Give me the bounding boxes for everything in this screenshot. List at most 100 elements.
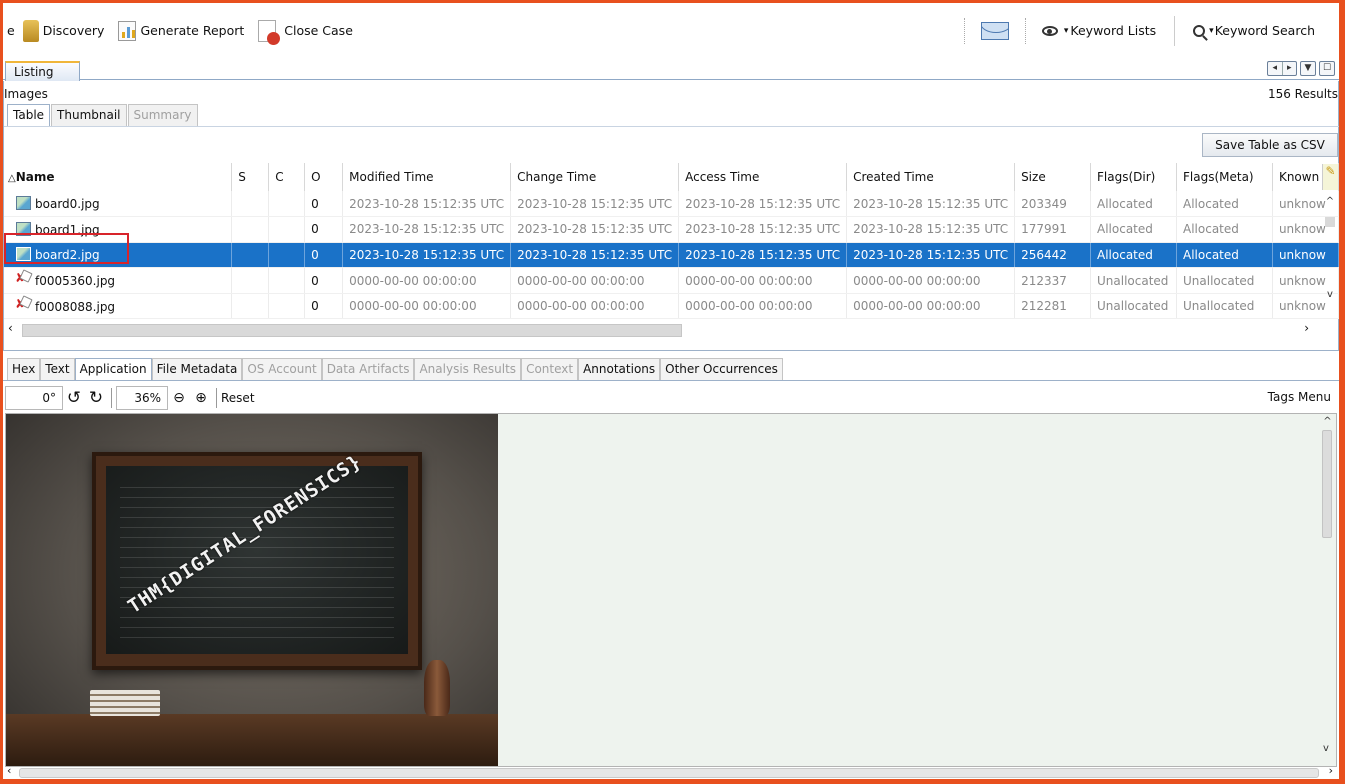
file-name-cell: board2.jpg [4, 242, 233, 269]
shelf [6, 714, 498, 766]
generate-report-button[interactable]: Generate Report [114, 16, 248, 46]
table-row[interactable]: board0.jpg 0 2023-10-28 15:12:35 UTC 2023-1… [4, 191, 1339, 218]
column-header-o[interactable]: O [304, 163, 344, 191]
keyword-search-button[interactable]: ▾ Keyword Search [1189, 16, 1319, 46]
column-header-name[interactable]: △Name [4, 163, 233, 191]
scroll-right-icon[interactable]: › [1329, 764, 1333, 777]
results-table: △Name S C O Modified Time Change Time Ac… [4, 163, 1339, 320]
email-button[interactable] [977, 16, 1013, 46]
tab-list-dropdown-icon[interactable]: ▼ [1300, 61, 1316, 76]
flags-meta-cell: Unallocated [1176, 267, 1273, 294]
divider [216, 388, 217, 408]
dropdown-arrow-icon: ▾ [1209, 25, 1214, 36]
content-viewer-tabs: Hex Text Application File Metadata OS Accoun… [7, 358, 783, 380]
column-header-flags-dir[interactable]: Flags(Dir) [1090, 163, 1177, 191]
tab-thumbnail[interactable]: Thumbnail [51, 104, 127, 126]
table-row[interactable]: board1.jpg 0 2023-10-28 15:12:35 UTC 2023-1… [4, 216, 1339, 243]
tab-hex[interactable]: Hex [7, 358, 41, 380]
keyword-lists-button[interactable]: ▾ Keyword Lists [1038, 16, 1160, 46]
discovery-icon [22, 19, 39, 42]
tab-table[interactable]: Table [7, 104, 51, 126]
viewer-horizontal-scrollbar[interactable]: ‹ › [5, 764, 1335, 779]
table-row[interactable]: board2.jpg 0 2023-10-28 15:12:35 UTC 2023-1… [4, 242, 1339, 269]
chevron-right-icon[interactable]: ▸ [1283, 62, 1297, 75]
table-row[interactable]: f0005360.jpg00000-00-00 00:00:000000-00-… [4, 267, 1339, 294]
column-header-modified-time[interactable]: Modified Time [342, 163, 512, 191]
listing-panel: Images 156 Results Table Thumbnail Summa… [3, 81, 1339, 351]
column-chooser-icon[interactable]: ✎ [1322, 164, 1338, 190]
tab-listing[interactable]: Listing [5, 61, 80, 81]
tab-os-account[interactable]: OS Account [242, 358, 322, 380]
tab-file-metadata[interactable]: File Metadata [151, 358, 243, 380]
change-time-cell: 0000-00-00 00:00:00 [510, 267, 680, 294]
column-header-s[interactable]: S [231, 163, 270, 191]
rotation-field[interactable]: 0° [5, 386, 63, 410]
created-time-cell: 0000-00-00 00:00:00 [846, 293, 1016, 320]
comment-cell [268, 216, 306, 243]
tab-context[interactable]: Context [521, 358, 579, 380]
tab-nav-buttons[interactable]: ◂ ▸ [1267, 61, 1297, 76]
tab-application[interactable]: Application [74, 358, 152, 380]
maximize-icon[interactable]: ☐ [1319, 61, 1335, 76]
partial-toolbar-button[interactable]: e [3, 16, 19, 46]
flags-dir-cell: Allocated [1090, 191, 1177, 218]
access-time-cell: 2023-10-28 15:12:35 UTC [678, 191, 848, 218]
zoom-out-icon[interactable]: ⊖ [168, 387, 190, 409]
discovery-button[interactable]: Discovery [19, 16, 109, 46]
column-header-created-time[interactable]: Created Time [846, 163, 1016, 191]
tab-other-occurrences[interactable]: Other Occurrences [660, 358, 783, 380]
modified-time-cell: 2023-10-28 15:12:35 UTC [342, 216, 512, 243]
file-name-cell: f0008088.jpg [4, 293, 233, 320]
table-horizontal-scrollbar[interactable]: ‹ › [4, 321, 1339, 339]
chalkboard-image: THM{DIGITAL_FORENSICS} [6, 414, 498, 766]
column-header-c[interactable]: C [268, 163, 306, 191]
scroll-up-icon[interactable]: ^ [1324, 196, 1336, 207]
table-vertical-scrollbar[interactable]: ^ v [1324, 196, 1336, 321]
scroll-up-icon[interactable]: ^ [1321, 416, 1334, 427]
tags-menu-button[interactable]: Tags Menu [1268, 390, 1331, 404]
file-name: board0.jpg [35, 197, 100, 212]
scroll-thumb[interactable] [22, 324, 682, 337]
tab-text[interactable]: Text [40, 358, 75, 380]
dropdown-arrow-icon: ▾ [1063, 25, 1069, 36]
scroll-thumb[interactable] [1325, 217, 1335, 227]
chevron-left-icon[interactable]: ◂ [1268, 62, 1283, 75]
section-title: Images [4, 87, 48, 101]
rotate-right-icon[interactable]: ↻ [85, 387, 107, 409]
tab-summary[interactable]: Summary [127, 104, 198, 126]
scroll-left-icon[interactable]: ‹ [8, 321, 13, 335]
change-time-cell: 2023-10-28 15:12:35 UTC [510, 242, 680, 269]
close-case-button[interactable]: Close Case [254, 16, 357, 46]
rotate-left-icon[interactable]: ↺ [63, 387, 85, 409]
tab-analysis-results[interactable]: Analysis Results [414, 358, 522, 380]
scroll-down-icon[interactable]: v [1323, 743, 1329, 754]
tab-annotations[interactable]: Annotations [578, 358, 661, 380]
column-header-size[interactable]: Size [1014, 163, 1092, 191]
scroll-left-icon[interactable]: ‹ [7, 764, 11, 777]
table-row[interactable]: f0008088.jpg00000-00-00 00:00:000000-00-… [4, 293, 1339, 320]
score-cell [231, 293, 270, 320]
occurrences-cell: 0 [304, 293, 344, 320]
zoom-field[interactable]: 36% [116, 386, 168, 410]
viewer-vertical-scrollbar[interactable]: ^ v [1321, 416, 1334, 754]
report-chart-icon [118, 20, 137, 41]
chalkboard-frame: THM{DIGITAL_FORENSICS} [92, 450, 422, 670]
column-header-access-time[interactable]: Access Time [678, 163, 848, 191]
column-header-flags-meta[interactable]: Flags(Meta) [1176, 163, 1273, 191]
discovery-label: Discovery [42, 23, 105, 38]
keyword-lists-label: Keyword Lists [1070, 23, 1157, 38]
image-viewer: THM{DIGITAL_FORENSICS} ^ v [5, 413, 1337, 767]
scroll-thumb[interactable] [1322, 430, 1332, 538]
zoom-in-icon[interactable]: ⊕ [190, 387, 212, 409]
column-header-change-time[interactable]: Change Time [510, 163, 680, 191]
reset-button[interactable]: Reset [221, 391, 255, 405]
listing-tabbar: Listing ◂ ▸ ▼ ☐ [3, 58, 1339, 81]
save-table-csv-button[interactable]: Save Table as CSV [1202, 133, 1338, 157]
scroll-down-icon[interactable]: v [1324, 289, 1336, 300]
created-time-cell: 2023-10-28 15:12:35 UTC [846, 191, 1016, 218]
scroll-thumb[interactable] [19, 768, 1319, 778]
comment-cell [268, 191, 306, 218]
tab-data-artifacts[interactable]: Data Artifacts [321, 358, 415, 380]
image-file-icon [16, 221, 31, 236]
scroll-right-icon[interactable]: › [1304, 321, 1309, 335]
